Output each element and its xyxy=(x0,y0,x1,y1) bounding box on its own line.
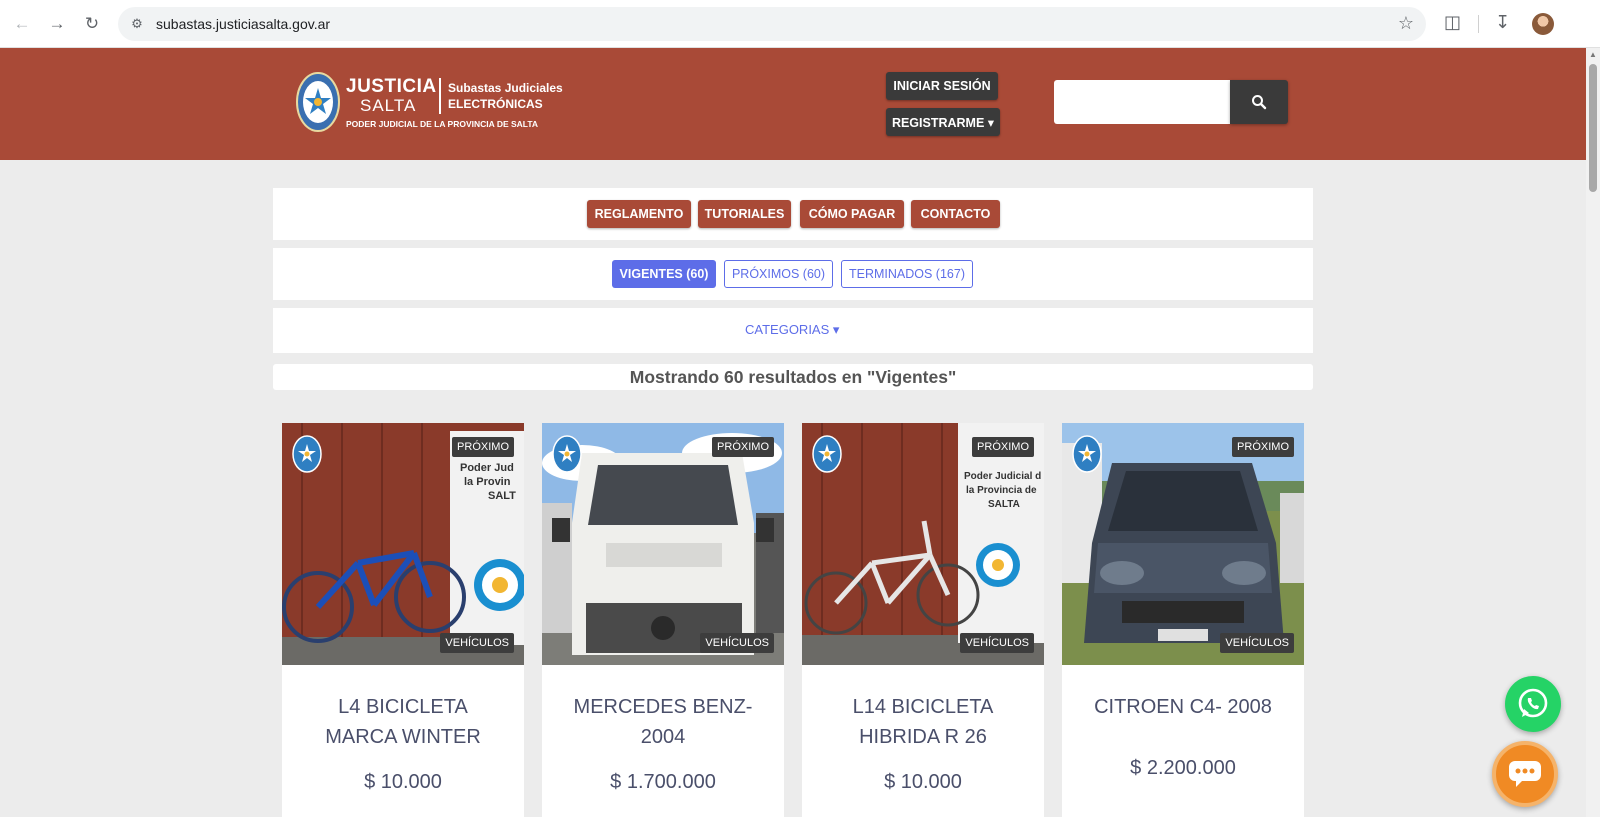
page-scrollbar[interactable]: ▲ xyxy=(1586,48,1600,817)
browser-toolbar: ← → ↻ ⚙ subastas.justiciasalta.gov.ar ☆ … xyxy=(0,0,1600,48)
auction-tabs: VIGENTES (60) PRÓXIMOS (60) TERMINADOS (… xyxy=(273,248,1313,300)
card-title[interactable]: CITROEN C4- 2008 xyxy=(1082,692,1284,722)
profile-avatar[interactable] xyxy=(1532,13,1554,35)
card-image[interactable]: PRÓXIMO VEHÍCULOS xyxy=(542,423,784,665)
auction-card[interactable]: Poder Jud la Provin SALT PRÓXIMO VEHÍCUL… xyxy=(282,423,524,817)
site-header xyxy=(0,48,1586,160)
category-badge: VEHÍCULOS xyxy=(700,633,774,653)
card-title[interactable]: L4 BICICLETA MARCA WINTER xyxy=(302,692,504,752)
status-badge: PRÓXIMO xyxy=(452,437,514,457)
tab-vigentes[interactable]: VIGENTES (60) xyxy=(612,260,716,288)
extensions-icon[interactable]: ◫ xyxy=(1444,12,1461,33)
svg-text:Poder Judicial d: Poder Judicial d xyxy=(964,471,1041,482)
svg-text:SALTA: SALTA xyxy=(988,499,1020,510)
logo-divider xyxy=(439,78,441,114)
search-input[interactable] xyxy=(1054,80,1230,124)
download-icon[interactable]: ↧ xyxy=(1495,12,1510,33)
status-badge: PRÓXIMO xyxy=(972,437,1034,457)
back-icon[interactable]: ← xyxy=(10,12,34,36)
auction-card[interactable]: Poder Judicial d la Provincia de SALTA P… xyxy=(802,423,1044,817)
card-price: $ 10.000 xyxy=(364,771,442,793)
menu-contacto[interactable]: CONTACTO xyxy=(911,200,1000,228)
url-text[interactable]: subastas.justiciasalta.gov.ar xyxy=(156,16,330,32)
status-badge: PRÓXIMO xyxy=(1232,437,1294,457)
forward-icon[interactable]: → xyxy=(45,12,69,36)
card-price: $ 1.700.000 xyxy=(610,771,716,793)
scroll-thumb[interactable] xyxy=(1589,64,1597,192)
seal-icon xyxy=(292,435,322,473)
main-menu: REGLAMENTO TUTORIALES CÓMO PAGAR CONTACT… xyxy=(273,188,1313,240)
whatsapp-button[interactable] xyxy=(1505,676,1561,732)
category-badge: VEHÍCULOS xyxy=(440,633,514,653)
address-bar[interactable]: ⚙ subastas.justiciasalta.gov.ar ☆ xyxy=(118,7,1426,41)
menu-como-pagar[interactable]: CÓMO PAGAR xyxy=(800,200,904,228)
search-button[interactable] xyxy=(1230,80,1288,124)
site-logo[interactable]: JUSTICIA SALTA Subastas Judiciales ELECT… xyxy=(296,72,566,134)
auction-card[interactable]: PRÓXIMO VEHÍCULOS MERCEDES BENZ- 2004 xyxy=(542,423,784,817)
star-icon[interactable]: ☆ xyxy=(1398,13,1414,34)
search-icon xyxy=(1252,95,1267,110)
categories-panel: CATEGORIAS ▾ xyxy=(273,308,1313,353)
logo-subtitle-1: Subastas Judiciales xyxy=(448,81,563,95)
tab-proximos[interactable]: PRÓXIMOS (60) xyxy=(724,260,833,288)
svg-text:Poder Jud: Poder Jud xyxy=(460,462,514,474)
category-badge: VEHÍCULOS xyxy=(960,633,1034,653)
whatsapp-icon xyxy=(1518,688,1548,718)
svg-text:la Provin: la Provin xyxy=(464,476,511,488)
login-button[interactable]: INICIAR SESIÓN xyxy=(886,72,998,100)
tab-terminados[interactable]: TERMINADOS (167) xyxy=(841,260,973,288)
results-count-panel: Mostrando 60 resultados en "Vigentes" xyxy=(273,364,1313,390)
menu-reglamento[interactable]: REGLAMENTO xyxy=(587,200,691,228)
scroll-up-icon[interactable]: ▲ xyxy=(1589,50,1597,59)
card-price: $ 10.000 xyxy=(884,771,962,793)
logo-title: JUSTICIA xyxy=(346,76,437,97)
card-title[interactable]: L14 BICICLETA HIBRIDA R 26 xyxy=(822,692,1024,752)
card-price: $ 2.200.000 xyxy=(1130,757,1236,779)
toolbar-divider xyxy=(1478,15,1479,33)
card-image[interactable]: PRÓXIMO VEHÍCULOS xyxy=(1062,423,1304,665)
svg-text:la Provincia de: la Provincia de xyxy=(966,485,1037,496)
register-button[interactable]: REGISTRARME ▾ xyxy=(886,108,1000,136)
card-image[interactable]: Poder Jud la Provin SALT PRÓXIMO VEHÍCUL… xyxy=(282,423,524,665)
card-title[interactable]: MERCEDES BENZ- 2004 xyxy=(562,692,764,752)
svg-text:SALT: SALT xyxy=(488,490,516,502)
status-badge: PRÓXIMO xyxy=(712,437,774,457)
card-image[interactable]: Poder Judicial d la Provincia de SALTA P… xyxy=(802,423,1044,665)
seal-icon xyxy=(812,435,842,473)
chat-button[interactable] xyxy=(1492,741,1558,807)
seal-icon xyxy=(552,435,582,473)
menu-tutoriales[interactable]: TUTORIALES xyxy=(698,200,791,228)
site-info-icon[interactable]: ⚙ xyxy=(128,15,146,33)
logo-subtitle-2: ELECTRÓNICAS xyxy=(448,97,543,111)
logo-subtitle: SALTA xyxy=(360,96,417,115)
seal-icon xyxy=(1072,435,1102,473)
categories-dropdown[interactable]: CATEGORIAS ▾ xyxy=(745,322,839,338)
category-badge: VEHÍCULOS xyxy=(1220,633,1294,653)
reload-icon[interactable]: ↻ xyxy=(80,12,104,36)
logo-tagline: PODER JUDICIAL DE LA PROVINCIA DE SALTA xyxy=(346,119,539,129)
results-count: Mostrando 60 resultados en "Vigentes" xyxy=(629,367,957,387)
seal-icon xyxy=(296,72,340,132)
chat-icon xyxy=(1509,761,1541,787)
